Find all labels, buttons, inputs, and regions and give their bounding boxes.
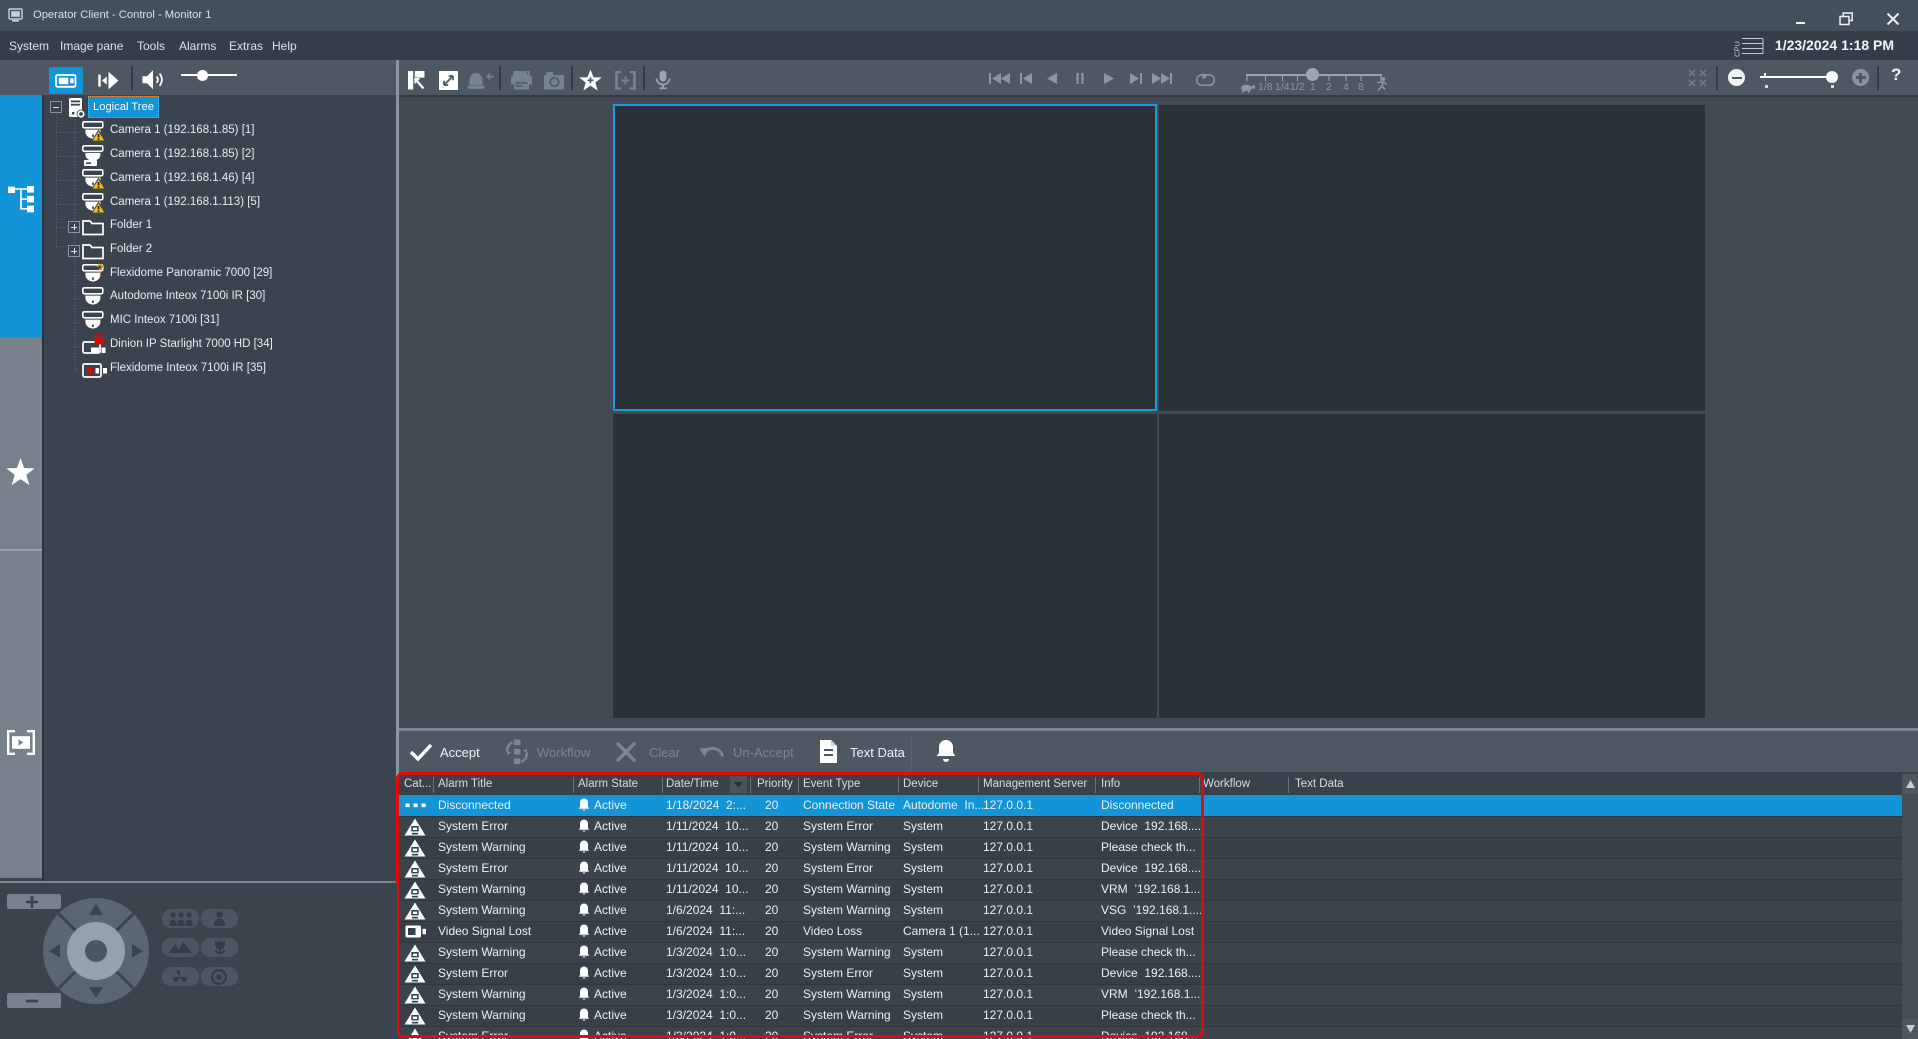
svg-text:?: ? [96,264,104,276]
svg-text:CPU: CPU [1733,41,1742,57]
